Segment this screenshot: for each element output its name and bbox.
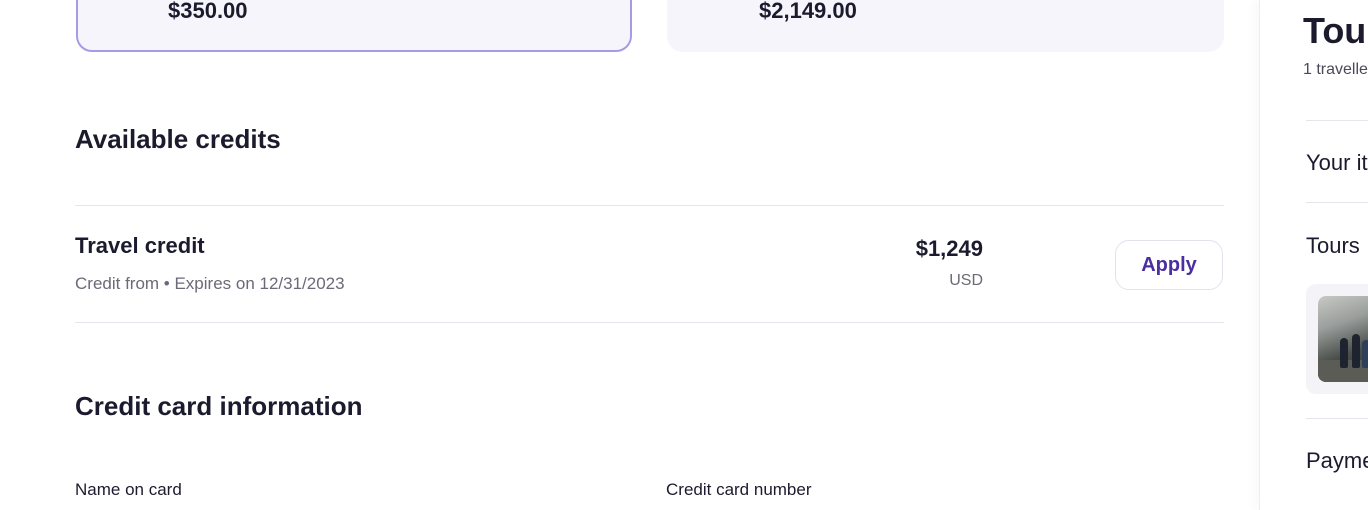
option-price: $2,149.00 bbox=[759, 0, 857, 23]
sidebar-title: Tour bbox=[1303, 10, 1368, 51]
sidebar-item-payment[interactable]: Payme bbox=[1306, 448, 1368, 474]
divider bbox=[1306, 202, 1368, 203]
checkout-main: $350.00 $2,149.00 Available credits Trav… bbox=[0, 0, 1259, 510]
credit-card-title: Credit card information bbox=[75, 391, 363, 421]
order-summary-sidebar: Tour 1 travelle Your it Tours Payme bbox=[1259, 0, 1368, 510]
sidebar-item-tours[interactable]: Tours bbox=[1306, 233, 1360, 259]
credit-amount: $1,249 bbox=[915, 236, 983, 261]
tour-thumbnail-image bbox=[1318, 296, 1368, 382]
sidebar-item-itinerary[interactable]: Your it bbox=[1306, 150, 1368, 176]
divider bbox=[75, 322, 1224, 323]
divider bbox=[75, 205, 1224, 206]
credit-currency: USD bbox=[949, 272, 983, 289]
tour-card[interactable] bbox=[1306, 284, 1368, 394]
name-on-card-label: Name on card bbox=[75, 480, 182, 499]
option-price: $350.00 bbox=[168, 0, 248, 23]
sidebar-travellers: 1 travelle bbox=[1303, 61, 1368, 78]
credit-expiry: Credit from • Expires on 12/31/2023 bbox=[75, 274, 345, 293]
card-number-label: Credit card number bbox=[666, 480, 812, 499]
payment-option-card-selected[interactable]: $350.00 bbox=[76, 0, 632, 52]
credit-name: Travel credit bbox=[75, 233, 205, 258]
apply-credit-button[interactable]: Apply bbox=[1115, 240, 1223, 290]
divider bbox=[1306, 120, 1368, 121]
divider bbox=[1306, 418, 1368, 419]
payment-option-card[interactable]: $2,149.00 bbox=[667, 0, 1224, 52]
available-credits-title: Available credits bbox=[75, 124, 281, 154]
